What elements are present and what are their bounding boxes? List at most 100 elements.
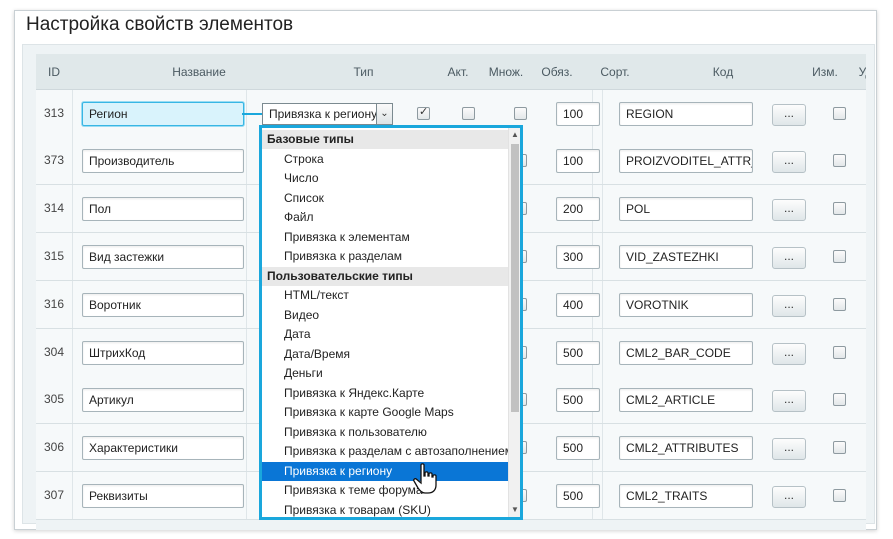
- column-header-active: Акт.: [447, 65, 469, 79]
- edit-button[interactable]: ...: [772, 247, 806, 269]
- dropdown-option[interactable]: Дата/Время: [262, 345, 508, 365]
- dropdown-option[interactable]: Привязка к региону: [262, 461, 508, 481]
- column-divider: [602, 233, 603, 280]
- column-divider: [246, 329, 247, 376]
- delete-checkbox[interactable]: [833, 393, 846, 406]
- delete-checkbox[interactable]: [833, 154, 846, 167]
- column-divider: [246, 185, 247, 232]
- column-divider: [72, 329, 73, 376]
- chevron-down-icon[interactable]: ⌄: [376, 104, 392, 124]
- name-field[interactable]: Регион: [82, 102, 244, 126]
- row-id: 373: [43, 153, 65, 167]
- required-checkbox[interactable]: [514, 107, 527, 120]
- dropdown-option[interactable]: Дата: [262, 325, 508, 345]
- dropdown-option[interactable]: Привязка к разделам: [262, 247, 508, 267]
- sort-field[interactable]: 200: [556, 197, 600, 221]
- dropdown-option[interactable]: Привязка к товарам (SKU): [262, 501, 508, 518]
- delete-checkbox[interactable]: [833, 346, 846, 359]
- dropdown-option[interactable]: Привязка к элементам: [262, 228, 508, 248]
- sort-field[interactable]: 100: [556, 102, 600, 126]
- dropdown-group-label: Базовые типы: [262, 130, 508, 149]
- code-field[interactable]: POL: [619, 197, 753, 221]
- code-field[interactable]: PROIZVODITEL_ATTR_E: [619, 149, 753, 173]
- column-divider: [602, 185, 603, 232]
- code-field[interactable]: CML2_ATTRIBUTES: [619, 436, 753, 460]
- code-field[interactable]: VID_ZASTEZHKI: [619, 245, 753, 269]
- dropdown-option[interactable]: Привязка к карте Google Maps: [262, 403, 508, 423]
- column-divider: [246, 281, 247, 328]
- column-header-edit: Изм.: [812, 65, 838, 79]
- delete-checkbox[interactable]: [833, 441, 846, 454]
- sort-field[interactable]: 400: [556, 293, 600, 317]
- column-divider: [602, 137, 603, 184]
- edit-button[interactable]: ...: [772, 104, 806, 126]
- sort-field[interactable]: 500: [556, 341, 600, 365]
- code-field[interactable]: CML2_ARTICLE: [619, 388, 753, 412]
- hand-cursor-icon: [413, 463, 437, 494]
- name-field[interactable]: Производитель: [82, 149, 244, 173]
- edit-button[interactable]: ...: [772, 343, 806, 365]
- select-connector: [242, 113, 262, 115]
- sort-field[interactable]: 500: [556, 436, 600, 460]
- dropdown-option[interactable]: Привязка к пользователю: [262, 423, 508, 443]
- dropdown-option[interactable]: Видео: [262, 306, 508, 326]
- sort-field[interactable]: 300: [556, 245, 600, 269]
- dropdown-option[interactable]: HTML/текст: [262, 286, 508, 306]
- row-id: 305: [43, 392, 65, 406]
- column-header-type: Тип: [353, 65, 374, 79]
- sort-field[interactable]: 500: [556, 388, 600, 412]
- code-field[interactable]: REGION: [619, 102, 753, 126]
- column-divider: [602, 376, 603, 423]
- edit-button[interactable]: ...: [772, 486, 806, 508]
- scroll-down-icon[interactable]: ▼: [509, 503, 520, 517]
- column-divider: [246, 424, 247, 471]
- scrollbar-thumb[interactable]: [511, 144, 519, 412]
- dropdown-option[interactable]: Файл: [262, 208, 508, 228]
- delete-checkbox[interactable]: [833, 202, 846, 215]
- delete-checkbox[interactable]: [833, 107, 846, 120]
- type-select[interactable]: Привязка к региону ⌄: [262, 103, 393, 125]
- edit-button[interactable]: ...: [772, 295, 806, 317]
- delete-checkbox[interactable]: [833, 298, 846, 311]
- column-divider: [72, 90, 73, 137]
- dropdown-option[interactable]: Привязка к Яндекс.Карте: [262, 384, 508, 404]
- edit-button[interactable]: ...: [772, 199, 806, 221]
- type-dropdown-list[interactable]: Базовые типы Строка Число Список Файл Привязк…: [259, 125, 523, 520]
- name-field[interactable]: ШтрихКод: [82, 341, 244, 365]
- dropdown-option[interactable]: Привязка к теме форума: [262, 481, 508, 501]
- edit-button[interactable]: ...: [772, 390, 806, 412]
- row-id: 313: [43, 106, 65, 120]
- delete-checkbox[interactable]: [833, 250, 846, 263]
- name-field[interactable]: Вид застежки: [82, 245, 244, 269]
- dropdown-option[interactable]: Число: [262, 169, 508, 189]
- code-field[interactable]: VOROTNIK: [619, 293, 753, 317]
- row-id: 316: [43, 297, 65, 311]
- code-field[interactable]: CML2_BAR_CODE: [619, 341, 753, 365]
- delete-checkbox[interactable]: [833, 489, 846, 502]
- name-field[interactable]: Артикул: [82, 388, 244, 412]
- dropdown-option[interactable]: Привязка к разделам с автозаполнением: [262, 442, 508, 462]
- active-checkbox[interactable]: [417, 105, 430, 120]
- column-header-id: ID: [48, 65, 60, 79]
- name-field[interactable]: Пол: [82, 197, 244, 221]
- edit-button[interactable]: ...: [772, 151, 806, 173]
- column-header-sort: Сорт.: [600, 65, 630, 79]
- column-divider: [72, 281, 73, 328]
- dropdown-option[interactable]: Список: [262, 189, 508, 209]
- name-field[interactable]: Характеристики: [82, 436, 244, 460]
- column-header-code: Код: [712, 65, 734, 79]
- sort-field[interactable]: 500: [556, 484, 600, 508]
- dropdown-scrollbar[interactable]: ▲ ▼: [508, 128, 520, 517]
- name-field[interactable]: Воротник: [82, 293, 244, 317]
- scroll-up-icon[interactable]: ▲: [509, 128, 520, 142]
- code-field[interactable]: CML2_TRAITS: [619, 484, 753, 508]
- name-field[interactable]: Реквизиты: [82, 484, 244, 508]
- column-divider: [72, 472, 73, 519]
- column-header-required: Обяз.: [541, 65, 573, 79]
- dropdown-option[interactable]: Деньги: [262, 364, 508, 384]
- column-header-name: Название: [172, 65, 226, 79]
- dropdown-option[interactable]: Строка: [262, 150, 508, 170]
- multiple-checkbox[interactable]: [462, 107, 475, 120]
- edit-button[interactable]: ...: [772, 438, 806, 460]
- sort-field[interactable]: 100: [556, 149, 600, 173]
